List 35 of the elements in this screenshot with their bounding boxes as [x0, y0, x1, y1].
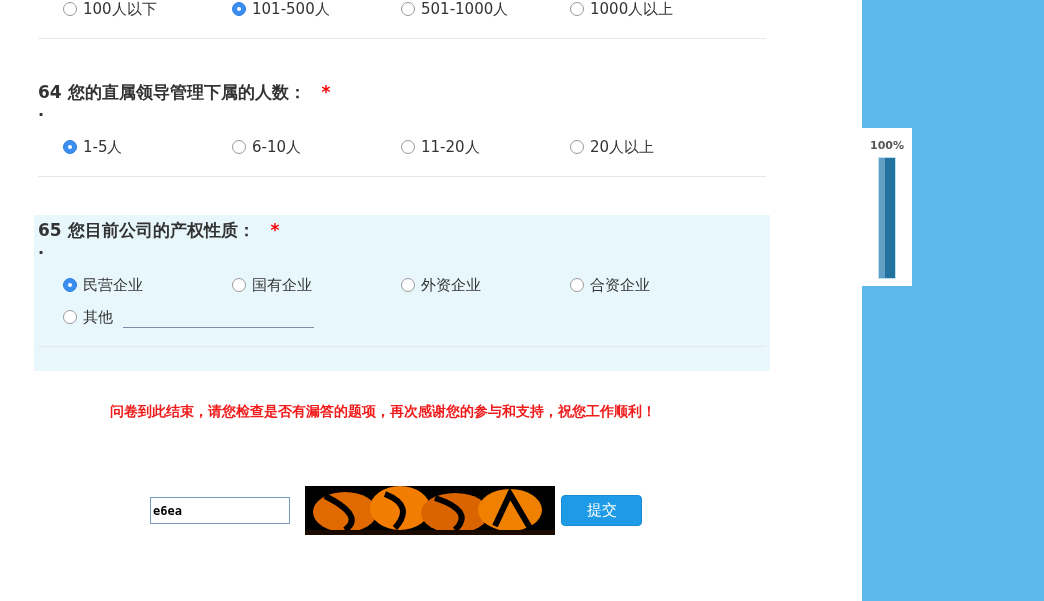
radio-button[interactable]: [232, 140, 246, 154]
required-mark: *: [270, 220, 280, 240]
option-label[interactable]: 外资企业: [421, 275, 481, 295]
option-label[interactable]: 20人以上: [590, 137, 655, 157]
dot-mark: .: [38, 101, 45, 120]
option-label[interactable]: 国有企业: [252, 275, 312, 295]
option-label[interactable]: 101-500人: [252, 0, 330, 19]
option-label[interactable]: 100人以下: [83, 0, 157, 19]
option-label[interactable]: 1-5人: [83, 137, 123, 157]
option-label[interactable]: 6-10人: [252, 137, 302, 157]
option-label[interactable]: 其他: [83, 307, 113, 327]
option-label[interactable]: 合资企业: [590, 275, 650, 295]
progress-label: 100%: [870, 139, 904, 153]
option-label[interactable]: 民营企业: [83, 275, 143, 295]
radio-button[interactable]: [232, 278, 246, 292]
radio-button[interactable]: [570, 2, 584, 16]
question-title: 64 您的直属领导管理下属的人数：: [38, 80, 306, 104]
dot-mark: .: [38, 239, 45, 258]
option-label[interactable]: 11-20人: [421, 137, 480, 157]
radio-button[interactable]: [63, 278, 77, 292]
option-label[interactable]: 1000人以上: [590, 0, 674, 19]
question-title: 65 您目前公司的产权性质：: [38, 218, 255, 242]
radio-button[interactable]: [401, 140, 415, 154]
captcha-field[interactable]: e6ea: [150, 497, 290, 524]
radio-button[interactable]: [63, 140, 77, 154]
radio-button[interactable]: [232, 2, 246, 16]
radio-button[interactable]: [63, 2, 77, 16]
radio-button[interactable]: [401, 278, 415, 292]
radio-button[interactable]: [570, 278, 584, 292]
radio-button[interactable]: [401, 2, 415, 16]
closing-message: 问卷到此结束，请您检查是否有漏答的题项，再次感谢您的参与和支持，祝您工作顺利！: [110, 402, 657, 421]
option-label[interactable]: 501-1000人: [421, 0, 509, 19]
required-mark: *: [321, 82, 331, 102]
radio-button[interactable]: [570, 140, 584, 154]
radio-button[interactable]: [63, 310, 77, 324]
